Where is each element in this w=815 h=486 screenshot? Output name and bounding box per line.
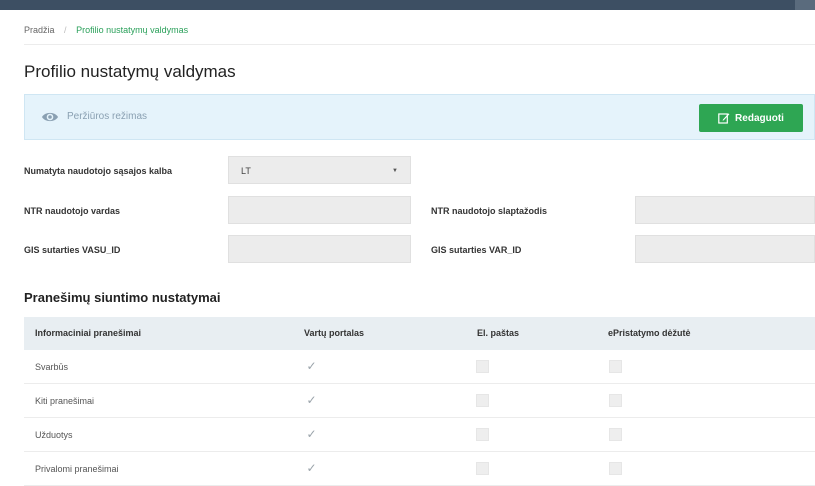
edit-button[interactable]: Redaguoti (699, 104, 803, 132)
table-row: Privalomi pranešimai ✓ (24, 452, 815, 486)
row-label: Kiti pranešimai (35, 396, 95, 406)
ntr-username-field[interactable] (228, 196, 411, 224)
check-icon[interactable]: ✓ (305, 462, 318, 475)
edit-icon (718, 113, 730, 124)
ebox-checkbox[interactable] (609, 360, 622, 373)
edit-button-label: Redaguoti (735, 112, 784, 124)
gis-vasu-label: GIS sutarties VASU_ID (24, 245, 121, 255)
email-checkbox[interactable] (476, 394, 489, 407)
breadcrumb: Pradžia / Profilio nustatymų valdymas (24, 25, 188, 35)
email-checkbox[interactable] (476, 428, 489, 441)
breadcrumb-current[interactable]: Profilio nustatymų valdymas (76, 25, 188, 35)
check-icon[interactable]: ✓ (305, 360, 318, 373)
email-checkbox[interactable] (476, 462, 489, 475)
header-email: El. paštas (477, 328, 520, 338)
gis-var-label: GIS sutarties VAR_ID (431, 245, 522, 255)
ebox-checkbox[interactable] (609, 462, 622, 475)
breadcrumb-separator: / (64, 25, 67, 35)
notifications-table: Informaciniai pranešimai Vartų portalas … (24, 317, 815, 486)
view-mode-label: Peržiūros režimas (67, 111, 148, 122)
row-label: Svarbūs (35, 362, 69, 372)
header-portal: Vartų portalas (304, 328, 365, 338)
gis-var-field[interactable] (635, 235, 815, 263)
language-label: Numatyta naudotojo sąsajos kalba (24, 166, 173, 176)
table-header: Informaciniai pranešimai Vartų portalas … (24, 317, 815, 350)
notifications-section-title: Pranešimų siuntimo nustatymai (24, 290, 221, 305)
breadcrumb-divider (24, 44, 815, 45)
check-icon[interactable]: ✓ (305, 394, 318, 407)
check-icon[interactable]: ✓ (305, 428, 318, 441)
gis-vasu-field[interactable] (228, 235, 411, 263)
chevron-down-icon: ▼ (392, 168, 398, 174)
ntr-password-field[interactable] (635, 196, 815, 224)
ntr-username-label: NTR naudotojo vardas (24, 206, 121, 216)
row-label: Užduotys (35, 430, 73, 440)
eye-icon (42, 112, 58, 122)
page-title: Profilio nustatymų valdymas (24, 62, 236, 81)
top-bar-corner (795, 0, 815, 10)
top-bar (0, 0, 815, 10)
row-label: Privalomi pranešimai (35, 464, 119, 474)
view-mode-panel: Peržiūros režimas Redaguoti (24, 94, 815, 140)
table-row: Svarbūs ✓ (24, 350, 815, 384)
header-ebox: ePristatymo dėžutė (608, 328, 691, 338)
ebox-checkbox[interactable] (609, 428, 622, 441)
table-row: Užduotys ✓ (24, 418, 815, 452)
ntr-password-label: NTR naudotojo slaptažodis (431, 206, 547, 216)
table-row: Kiti pranešimai ✓ (24, 384, 815, 418)
breadcrumb-home-link[interactable]: Pradžia (24, 25, 55, 35)
header-info-notifications: Informaciniai pranešimai (35, 328, 142, 338)
language-select[interactable]: LT ▼ (228, 156, 411, 184)
email-checkbox[interactable] (476, 360, 489, 373)
ebox-checkbox[interactable] (609, 394, 622, 407)
language-select-value: LT (241, 166, 251, 176)
